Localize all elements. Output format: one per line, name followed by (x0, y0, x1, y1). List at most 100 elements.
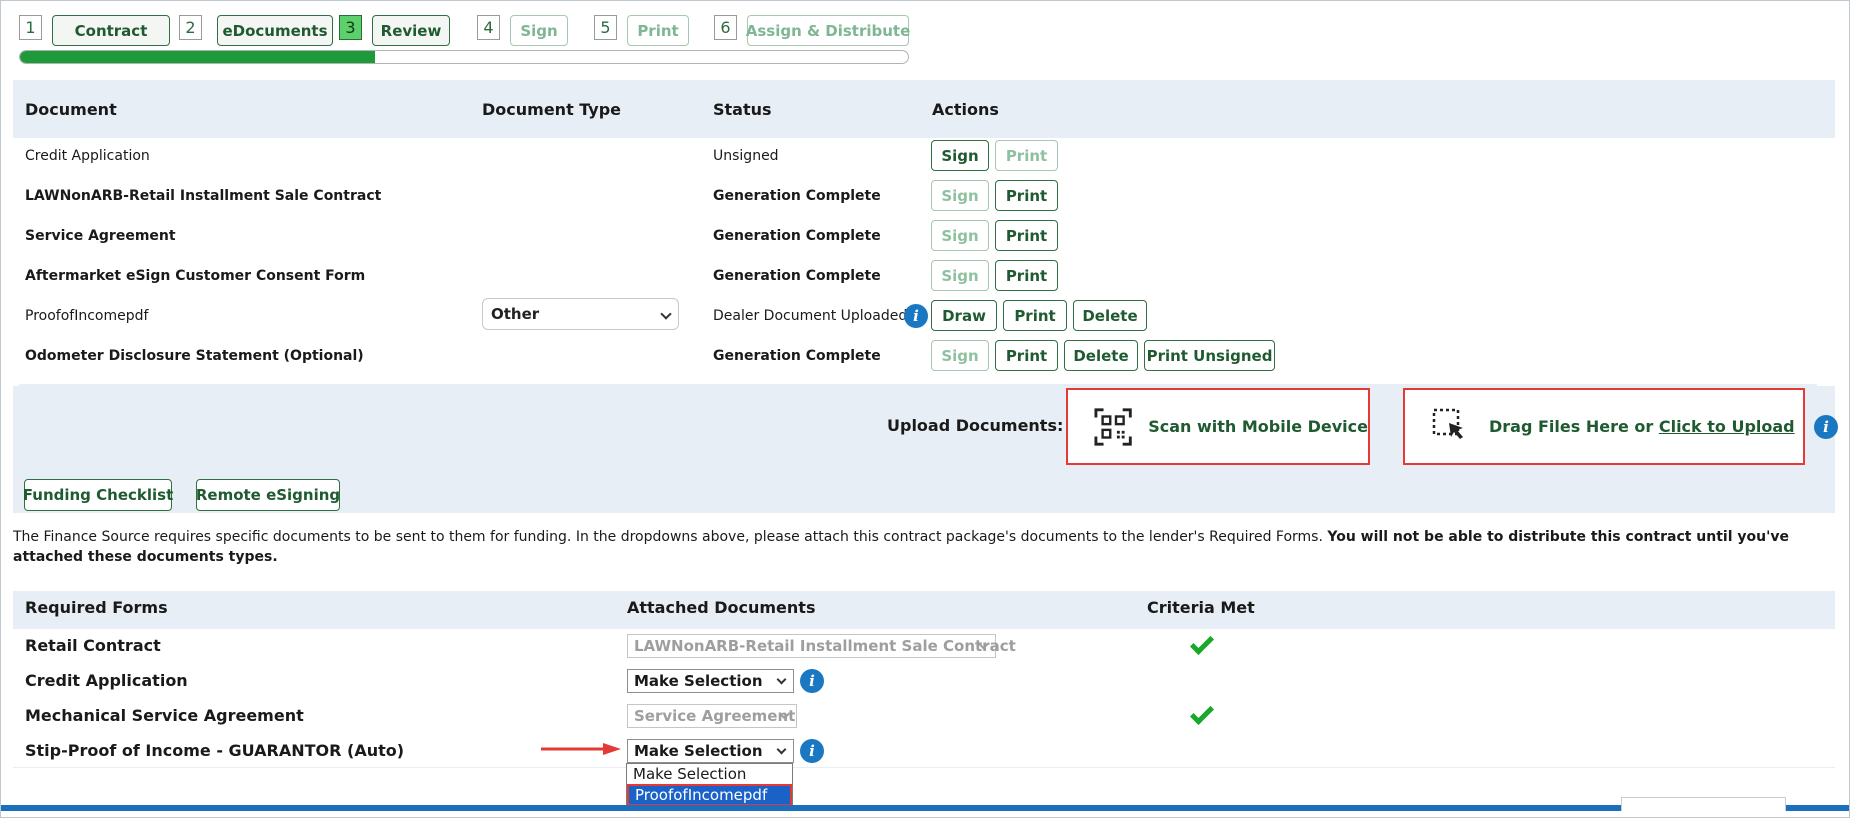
sign-button[interactable]: Sign (931, 140, 989, 171)
attached-document-value: Make Selection (634, 672, 763, 690)
print-button[interactable]: Print (995, 140, 1058, 171)
sign-button[interactable]: Sign (931, 340, 989, 371)
print-step-button[interactable]: Print (627, 15, 689, 46)
print-button[interactable]: Print (995, 260, 1058, 291)
document-name: Service Agreement (25, 228, 176, 244)
table-row: LAWNonARB-Retail Installment Sale Contra… (13, 178, 1835, 214)
attached-document-value: Service Agreement (634, 707, 796, 725)
print-button[interactable]: Print (995, 220, 1058, 251)
dropdown-option-highlighted[interactable]: ProofofIncomepdf (627, 784, 792, 806)
contract-button[interactable]: Contract (52, 15, 170, 46)
review-button[interactable]: Review (372, 15, 450, 46)
notice-text: The Finance Source requires specific doc… (13, 529, 1328, 545)
document-status: Dealer Document Uploaded (713, 308, 908, 324)
dropdown-option[interactable]: Make Selection (627, 764, 792, 784)
drag-files-label: Drag Files Here or Click to Upload (1489, 417, 1795, 436)
edocuments-button[interactable]: eDocuments (217, 15, 333, 46)
document-name: Credit Application (25, 148, 150, 164)
footer-bar (1, 805, 1849, 811)
step-number: 2 (179, 15, 202, 40)
sign-button[interactable]: Sign (931, 220, 989, 251)
document-type-value: Other (491, 305, 540, 323)
draw-button[interactable]: Draw (931, 300, 997, 331)
attached-document-dropdown-list: Make Selection ProofofIncomepdf (626, 763, 793, 807)
delete-button[interactable]: Delete (1073, 300, 1147, 331)
document-name: LAWNonARB-Retail Installment Sale Contra… (25, 188, 382, 204)
step-number: 4 (477, 15, 500, 40)
document-name: ProofofIncomepdf (25, 308, 149, 324)
funding-notice: The Finance Source requires specific doc… (13, 527, 1813, 567)
checkmark-icon (1189, 700, 1215, 726)
drag-files-icon (1432, 408, 1463, 439)
remote-esigning-button[interactable]: Remote eSigning (196, 479, 340, 511)
table-row: Odometer Disclosure Statement (Optional)… (13, 338, 1835, 374)
document-type-select[interactable]: Other (482, 298, 679, 330)
funding-checklist-button[interactable]: Funding Checklist (23, 479, 173, 511)
footer-tab (1621, 797, 1786, 811)
col-header-attached-documents: Attached Documents (627, 598, 816, 617)
document-status: Generation Complete (713, 188, 881, 204)
table-row: Aftermarket eSign Customer Consent Form … (13, 258, 1835, 294)
progress-bar (19, 50, 909, 64)
attached-document-select[interactable]: Make Selection (627, 739, 794, 763)
step-number: 1 (19, 15, 42, 40)
print-button[interactable]: Print (1003, 300, 1067, 331)
sign-button[interactable]: Sign (931, 180, 989, 211)
document-status: Unsigned (713, 148, 779, 164)
print-unsigned-button[interactable]: Print Unsigned (1144, 340, 1275, 371)
print-button[interactable]: Print (995, 340, 1058, 371)
funding-notice-area: The Finance Source requires specific doc… (1, 513, 1849, 591)
drag-drop-zone[interactable]: Drag Files Here or Click to Upload (1403, 388, 1805, 465)
col-header-document-type: Document Type (482, 100, 622, 119)
required-form-name: Retail Contract (25, 636, 161, 655)
document-status: Generation Complete (713, 348, 881, 364)
annotation-arrow-icon (541, 743, 621, 755)
page-frame: 1 Contract 2 eDocuments 3 Review 4 Sign … (0, 0, 1850, 818)
attached-document-select[interactable]: Service Agreement (627, 704, 797, 728)
col-header-criteria-met: Criteria Met (1147, 598, 1255, 617)
print-button[interactable]: Print (995, 180, 1058, 211)
info-icon[interactable]: i (800, 669, 824, 693)
document-status: Generation Complete (713, 228, 881, 244)
col-header-status: Status (713, 100, 772, 119)
table-row: Stip-Proof of Income - GUARANTOR (Auto) … (13, 734, 1835, 770)
required-form-name: Stip-Proof of Income - GUARANTOR (Auto) (25, 741, 405, 760)
info-icon[interactable]: i (904, 304, 928, 328)
document-status: Generation Complete (713, 268, 881, 284)
attached-document-select[interactable]: LAWNonARB-Retail Installment Sale Contra… (627, 634, 1016, 658)
chevron-down-icon (776, 744, 787, 755)
table-row: Credit Application Make Selection i (13, 664, 1835, 700)
chevron-down-icon (660, 308, 672, 320)
table-row: Credit Application Unsigned Sign Print (13, 138, 1835, 174)
table-row: Retail Contract LAWNonARB-Retail Install… (13, 629, 1835, 665)
step-number: 6 (714, 15, 737, 40)
document-name: Odometer Disclosure Statement (Optional) (25, 348, 364, 364)
scan-mobile-button[interactable]: Scan with Mobile Device (1066, 388, 1370, 465)
col-header-actions: Actions (932, 100, 999, 119)
click-to-upload-link[interactable]: Click to Upload (1659, 417, 1795, 436)
documents-table: Credit Application Unsigned Sign Print L… (13, 138, 1835, 386)
assign-distribute-button[interactable]: Assign & Distribute (746, 15, 910, 46)
checkmark-icon (1189, 630, 1215, 656)
delete-button[interactable]: Delete (1064, 340, 1138, 371)
table-row: Mechanical Service Agreement Service Agr… (13, 699, 1835, 735)
sign-button[interactable]: Sign (931, 260, 989, 291)
upload-section: Upload Documents: Scan with Mobile Devic… (19, 384, 1817, 471)
attached-document-select[interactable]: Make Selection (627, 669, 794, 693)
sign-step-button[interactable]: Sign (510, 15, 568, 46)
col-header-required-forms: Required Forms (25, 598, 168, 617)
info-icon[interactable]: i (800, 739, 824, 763)
chevron-down-icon (776, 674, 787, 685)
upload-label: Upload Documents: (887, 416, 1064, 435)
drag-files-text: Drag Files Here or (1489, 417, 1659, 436)
progress-fill (20, 51, 376, 63)
required-form-name: Mechanical Service Agreement (25, 706, 304, 725)
info-icon[interactable]: i (1814, 415, 1838, 439)
required-forms-table: Retail Contract LAWNonARB-Retail Install… (13, 629, 1835, 767)
qr-scan-icon (1094, 407, 1132, 446)
step-number-current: 3 (339, 15, 362, 40)
step-number: 5 (594, 15, 617, 40)
required-form-name: Credit Application (25, 671, 188, 690)
table-row: Service Agreement Generation Complete Si… (13, 218, 1835, 254)
col-header-document: Document (25, 100, 117, 119)
